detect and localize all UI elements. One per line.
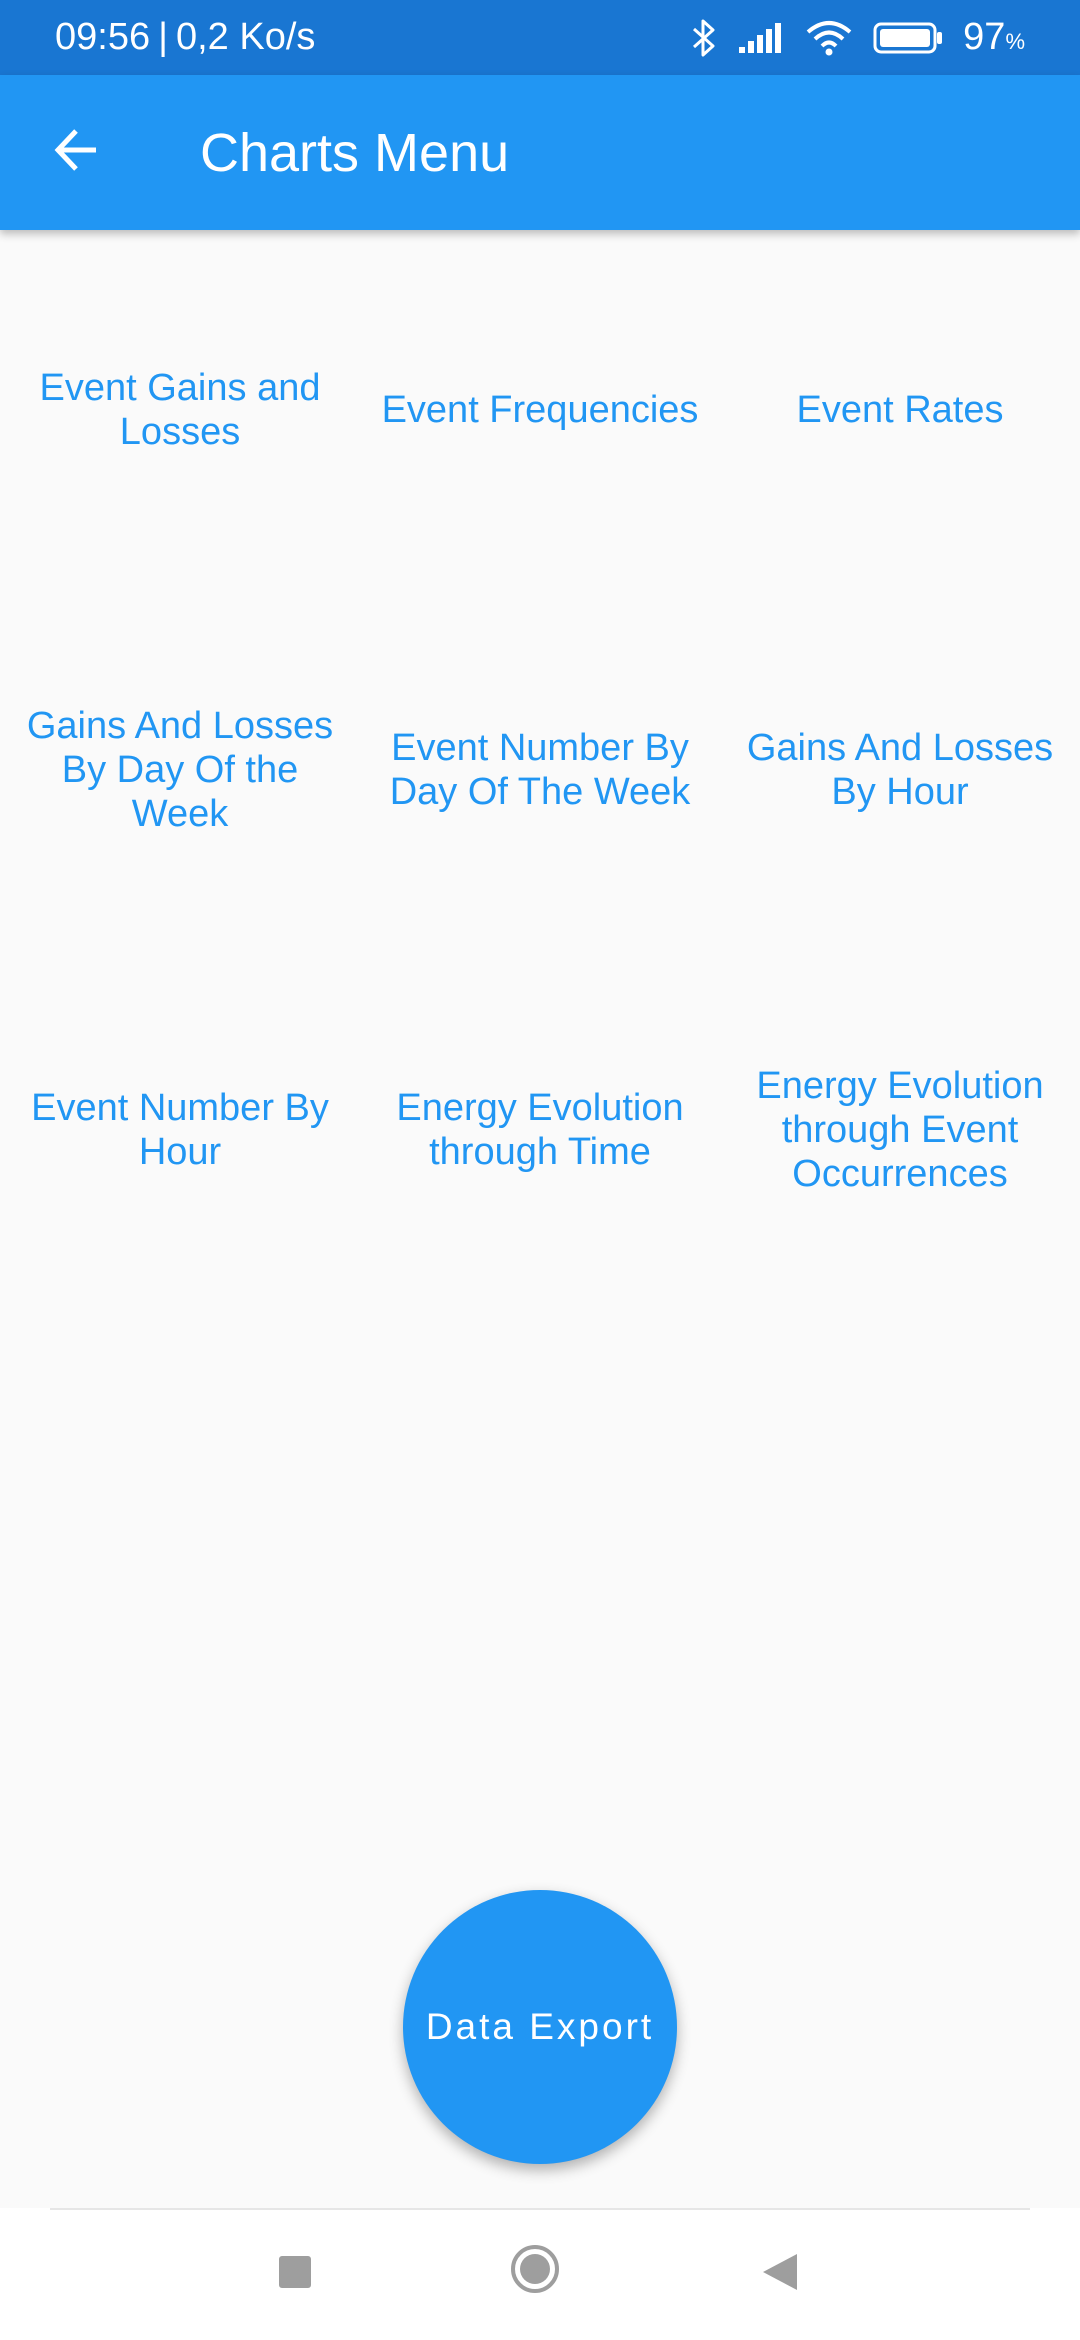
menu-item-event-number-by-day[interactable]: Event Number By Day Of The Week	[360, 590, 720, 950]
status-network-speed: 0,2 Ko/s	[175, 16, 316, 58]
status-bar: 09:56 | 0,2 Ko/s 97%	[0, 0, 1080, 75]
status-left: 09:56 | 0,2 Ko/s	[55, 16, 315, 59]
menu-item-event-frequencies[interactable]: Event Frequencies	[360, 230, 720, 590]
battery-unit: %	[1005, 29, 1025, 54]
system-navigation-bar	[0, 2208, 1080, 2340]
menu-item-energy-evolution-time[interactable]: Energy Evolution through Time	[360, 950, 720, 1310]
recents-button[interactable]	[275, 2254, 315, 2294]
square-icon	[278, 2255, 312, 2294]
triangle-back-icon	[761, 2252, 799, 2297]
battery-level: 97%	[963, 16, 1025, 59]
nav-back-button[interactable]	[760, 2252, 800, 2297]
data-export-button[interactable]: Data Export	[403, 1890, 677, 2164]
bluetooth-icon	[691, 18, 717, 58]
status-time: 09:56	[55, 16, 151, 58]
signal-icon	[737, 21, 785, 55]
charts-menu-grid: Event Gains and Losses Event Frequencies…	[0, 230, 1080, 1310]
wifi-icon	[805, 20, 853, 56]
page-title: Charts Menu	[200, 122, 510, 183]
menu-item-gains-losses-by-day[interactable]: Gains And Losses By Day Of the Week	[0, 590, 360, 950]
status-right: 97%	[691, 16, 1025, 59]
menu-item-event-number-by-hour[interactable]: Event Number By Hour	[0, 950, 360, 1310]
menu-item-event-gains-and-losses[interactable]: Event Gains and Losses	[0, 230, 360, 590]
battery-icon	[873, 21, 943, 55]
status-separator: |	[158, 16, 168, 58]
menu-item-gains-losses-by-hour[interactable]: Gains And Losses By Hour	[720, 590, 1080, 950]
home-button[interactable]	[511, 2244, 559, 2294]
menu-item-energy-evolution-occurrences[interactable]: Energy Evolution through Event Occurrenc…	[720, 950, 1080, 1310]
battery-value: 97	[963, 16, 1006, 58]
app-bar: Charts Menu	[0, 75, 1080, 230]
nav-divider	[50, 2208, 1030, 2210]
circle-icon	[509, 2244, 561, 2300]
menu-item-event-rates[interactable]: Event Rates	[720, 230, 1080, 590]
arrow-back-icon	[52, 125, 102, 180]
back-button[interactable]	[37, 113, 117, 193]
